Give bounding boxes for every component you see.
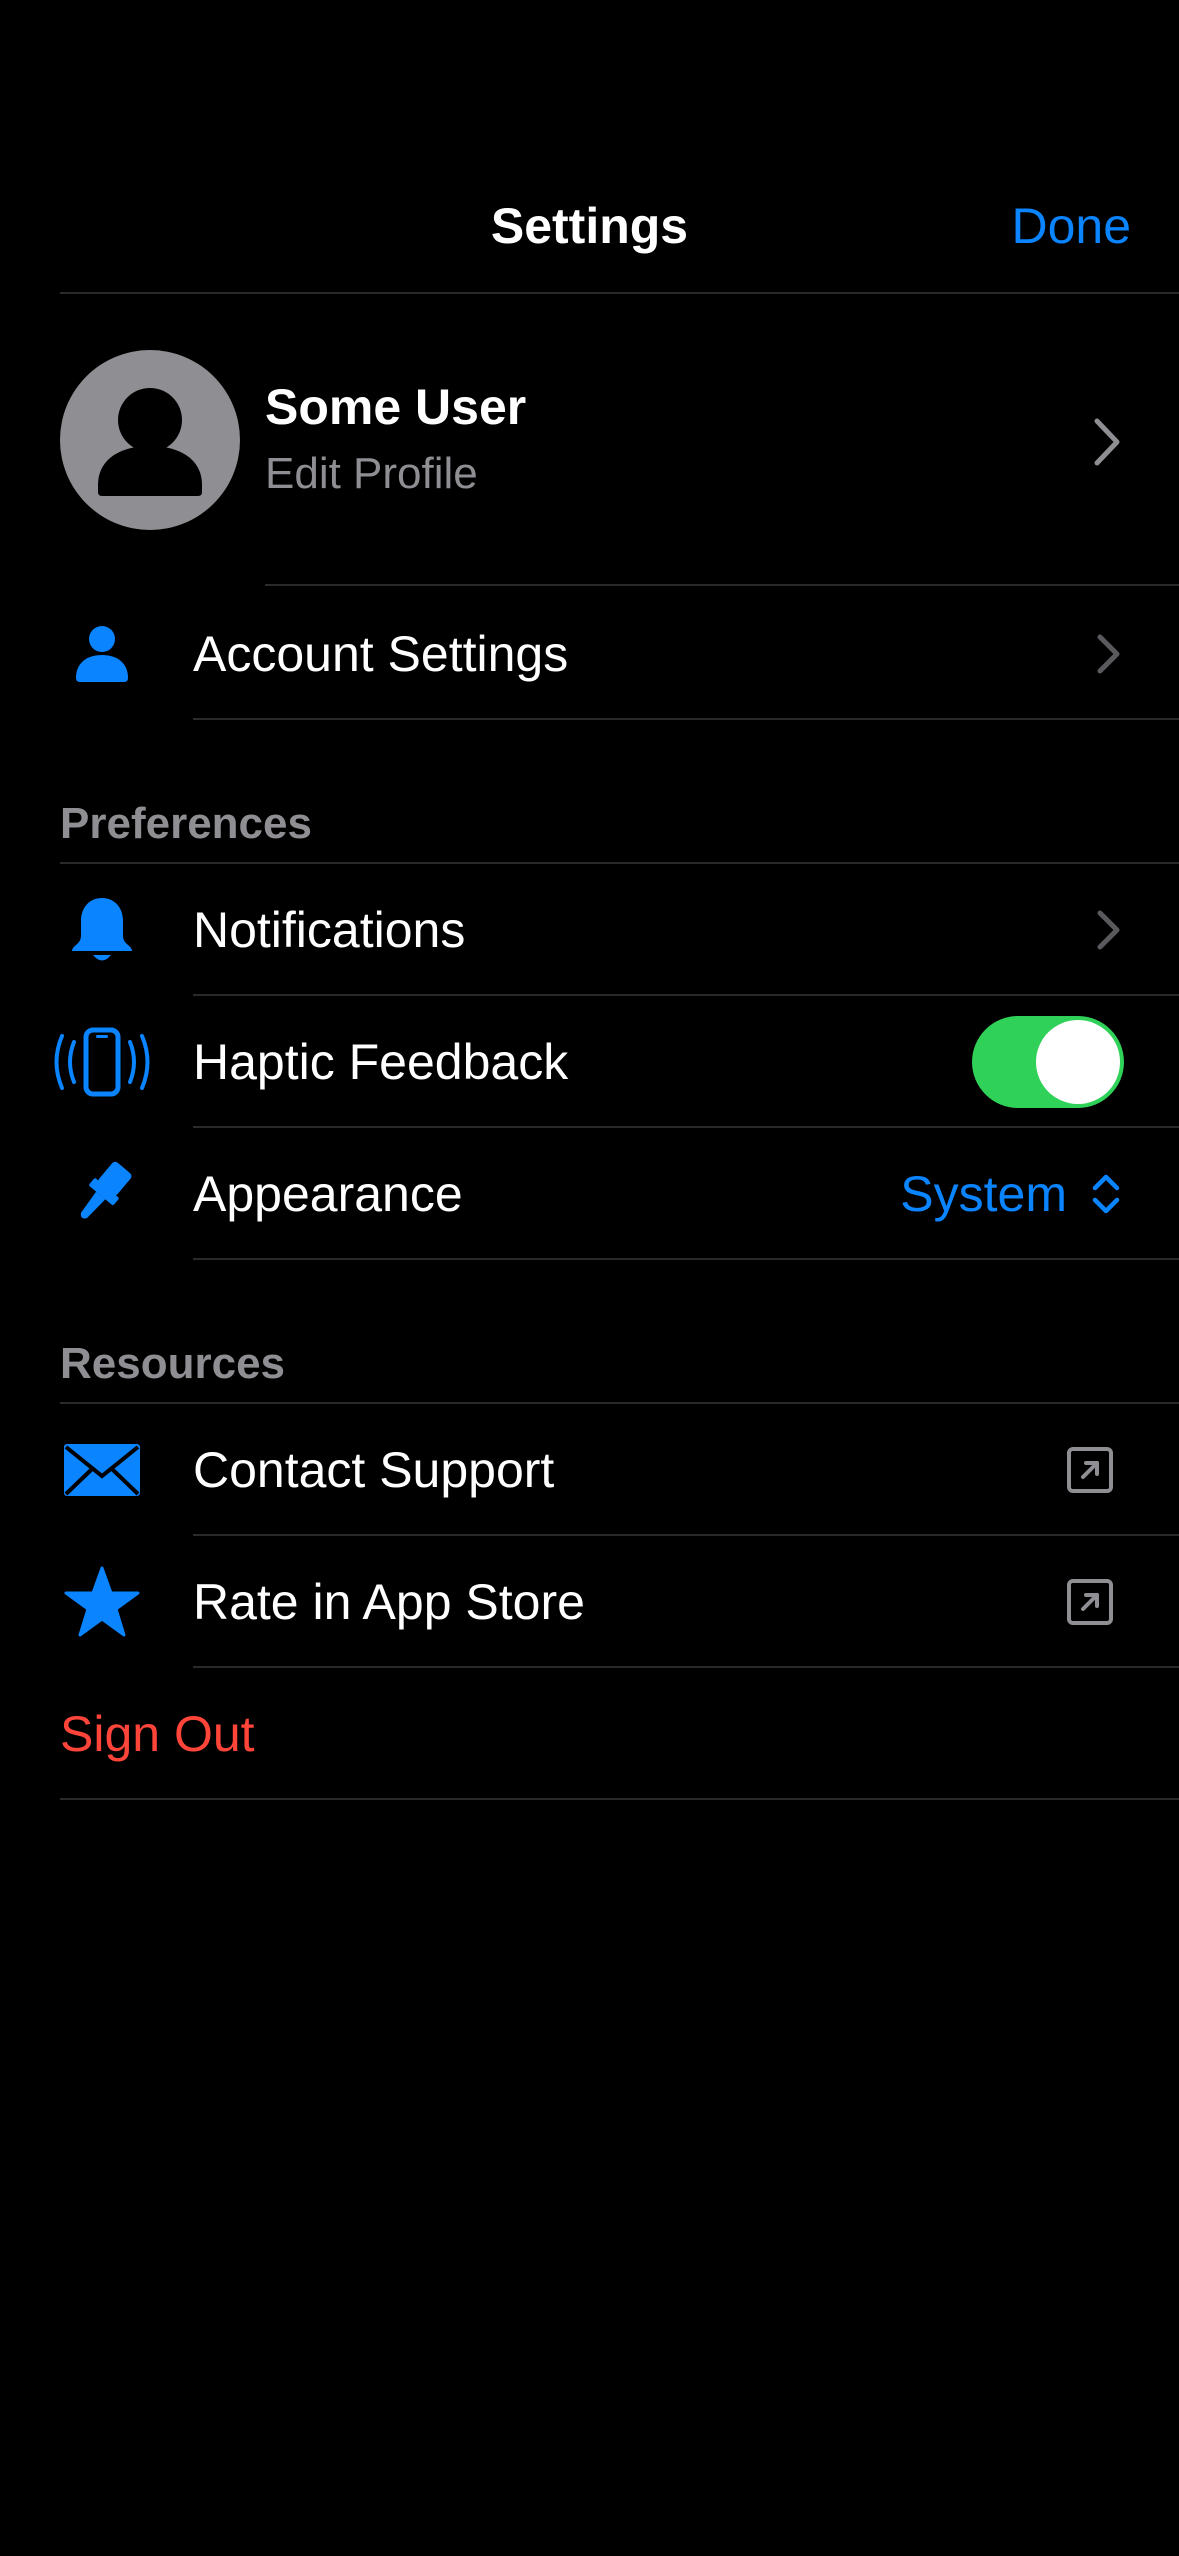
haptic-feedback-row: Haptic Feedback [0, 996, 1179, 1128]
row-divider [193, 1666, 1179, 1668]
appearance-row[interactable]: Appearance System [0, 1128, 1179, 1260]
row-divider [193, 718, 1179, 720]
external-link-icon [1067, 1447, 1113, 1493]
profile-row[interactable]: Some User Edit Profile [0, 320, 1179, 580]
edit-profile-label: Edit Profile [265, 449, 478, 498]
rate-app-store-row[interactable]: Rate in App Store [0, 1536, 1179, 1668]
envelope-icon [52, 1420, 152, 1520]
resources-header: Resources [60, 1339, 286, 1388]
preferences-header: Preferences [60, 799, 312, 848]
contact-support-row[interactable]: Contact Support [0, 1404, 1179, 1536]
notifications-label: Notifications [193, 902, 466, 958]
bell-icon [52, 880, 152, 980]
appearance-value[interactable]: System [900, 1128, 1067, 1260]
chevron-up-down-icon [1092, 1174, 1120, 1214]
person-silhouette-icon [98, 388, 202, 496]
external-link-icon [1067, 1579, 1113, 1625]
row-divider [60, 1798, 1179, 1800]
chevron-right-icon [1097, 634, 1120, 674]
account-settings-row[interactable]: Account Settings [0, 588, 1179, 720]
chevron-right-icon [1094, 418, 1120, 466]
row-divider [193, 1258, 1179, 1260]
chevron-right-icon [1097, 910, 1120, 950]
person-icon [52, 604, 152, 704]
sign-out-button[interactable]: Sign Out [60, 1668, 255, 1800]
haptic-feedback-label: Haptic Feedback [193, 1034, 569, 1090]
header-divider [60, 292, 1179, 294]
phone-vibrate-icon [46, 1012, 158, 1112]
page-title: Settings [490, 198, 689, 254]
toggle-knob [1036, 1020, 1120, 1104]
account-settings-label: Account Settings [193, 626, 569, 682]
profile-divider [265, 584, 1179, 586]
haptic-feedback-toggle[interactable] [972, 1016, 1124, 1108]
contact-support-label: Contact Support [193, 1442, 555, 1498]
rate-app-store-label: Rate in App Store [193, 1574, 585, 1630]
profile-name: Some User [265, 379, 527, 435]
star-icon [52, 1552, 152, 1652]
appearance-label: Appearance [193, 1166, 463, 1222]
notifications-row[interactable]: Notifications [0, 864, 1179, 996]
paintbrush-icon [52, 1144, 152, 1244]
done-button[interactable]: Done [1011, 195, 1131, 257]
avatar [60, 350, 240, 530]
